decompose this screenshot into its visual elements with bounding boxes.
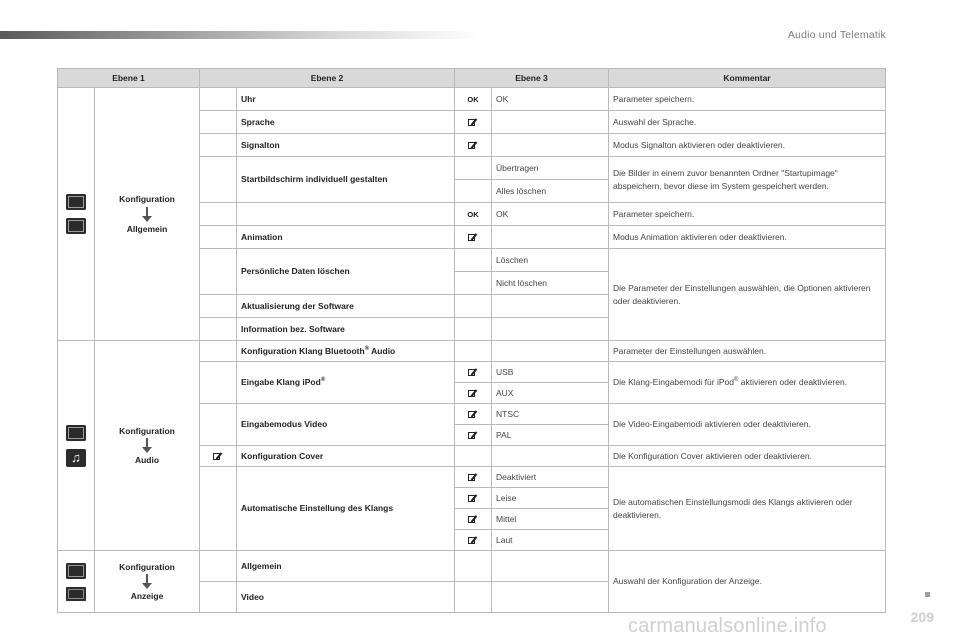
level3-mittel: Mittel <box>491 508 609 530</box>
col-header-kommentar: Kommentar <box>608 68 886 88</box>
level1-konfiguration-audio: Konfiguration Audio <box>94 340 200 551</box>
level3-nicht-loeschen: Nicht löschen <box>491 271 609 295</box>
level2-persoenliche-daten: Persönliche Daten löschen <box>236 248 455 295</box>
comment-uhr: Parameter speichern. <box>608 87 886 111</box>
arrow-down-icon <box>142 206 152 223</box>
comment-eingabemodus-video: Die Video-Eingabemodi aktivieren oder de… <box>608 403 886 446</box>
music-note-icon: ♫ <box>66 448 86 467</box>
level2-animation: Animation <box>236 225 455 249</box>
level2-uhr: Uhr <box>236 87 455 111</box>
level2-sprache: Sprache <box>236 110 455 134</box>
level3-ok: OK <box>491 202 609 226</box>
arrow-down-icon <box>142 574 152 590</box>
watermark: carmanualsonline.info <box>628 615 827 637</box>
level2-icon-cell <box>199 87 237 111</box>
level3-laut: Laut <box>491 529 609 551</box>
level1-icons-anzeige <box>57 550 95 613</box>
level3-aux: AUX <box>491 382 609 404</box>
level3-pal: PAL <box>491 424 609 446</box>
col-header-ebene-1: Ebene 1 <box>57 68 200 88</box>
arrow-down-icon <box>142 438 152 454</box>
level3-loeschen: Löschen <box>491 248 609 272</box>
level2-konfiguration-cover: Konfiguration Cover <box>236 445 455 467</box>
level3-usb: USB <box>491 361 609 383</box>
display-icon <box>66 586 86 601</box>
level2-information: Information bez. Software <box>236 317 455 341</box>
level2-signalton: Signalton <box>236 133 455 157</box>
level3-ntsc: NTSC <box>491 403 609 425</box>
comment-klang-bluetooth: Parameter der Einstellungen auswählen. <box>608 340 886 362</box>
level2-automatische-einstellung: Automatische Einstellung des Klangs <box>236 466 455 551</box>
comment-eingabe-klang-ipod: Die Klang-Eingabemodi für iPod® aktivier… <box>608 361 886 404</box>
gear-icon <box>66 218 86 234</box>
gear-icon <box>66 194 86 210</box>
edit-icon <box>468 141 478 151</box>
page-number: 209 <box>910 609 934 625</box>
level3-ok: OK <box>491 87 609 111</box>
section-title: Audio und Telematik <box>787 29 886 41</box>
comment-konfiguration-cover: Die Konfiguration Cover aktivieren oder … <box>608 445 886 467</box>
level3-icon-cell: OK <box>454 87 492 111</box>
edit-icon <box>468 536 478 546</box>
comment-signalton: Modus Signalton aktivieren oder deaktivi… <box>608 133 886 157</box>
comment-animation: Modus Animation aktivieren oder deaktivi… <box>608 225 886 249</box>
level1-label: Konfiguration <box>119 194 175 205</box>
level3-uebertragen: Übertragen <box>491 156 609 180</box>
level3-deaktiviert: Deaktiviert <box>491 466 609 488</box>
level2-klang-bluetooth: Konfiguration Klang Bluetooth® Audio <box>236 340 455 362</box>
level2-eingabemodus-video: Eingabemodus Video <box>236 403 455 446</box>
edit-icon <box>468 410 478 420</box>
edit-icon <box>468 473 478 483</box>
edit-icon <box>468 494 478 504</box>
level2-startbildschirm: Startbildschirm individuell gestalten <box>236 156 455 203</box>
level3-leise: Leise <box>491 487 609 509</box>
level1-label: Konfiguration <box>119 561 175 572</box>
level2-allgemein: Allgemein <box>236 550 455 582</box>
comment-automatische-einstellung: Die automatischen Einstellungsmodi des K… <box>608 466 886 551</box>
page-marker <box>925 592 930 597</box>
edit-icon <box>468 118 478 128</box>
edit-icon <box>213 452 223 462</box>
level1-konfiguration-anzeige: Konfiguration Anzeige <box>94 550 200 613</box>
menu-table: Ebene 1 Ebene 2 Ebene 3 Kommentar Konfig… <box>57 68 886 613</box>
table-row: Konfiguration Anzeige Allgemein Auswahl … <box>57 550 886 613</box>
edit-icon <box>468 431 478 441</box>
edit-icon <box>468 389 478 399</box>
table-row: ♫ Konfiguration Audio Konfiguration Klan… <box>57 340 886 551</box>
ok-icon: OK <box>467 209 479 219</box>
comment-anzeige: Auswahl der Konfiguration der Anzeige. <box>608 550 886 613</box>
level2-eingabe-klang-ipod: Eingabe Klang iPod® <box>236 361 455 404</box>
level1-icons-allgemein <box>57 87 95 341</box>
comment-startbildschirm-ok: Parameter speichern. <box>608 202 886 226</box>
level1-sublabel: Allgemein <box>126 223 168 234</box>
level1-sublabel: Anzeige <box>130 591 164 601</box>
col-header-ebene-2: Ebene 2 <box>199 68 455 88</box>
level1-sublabel: Audio <box>134 455 160 465</box>
edit-icon <box>468 233 478 243</box>
level1-label: Konfiguration <box>119 425 175 436</box>
gear-icon <box>66 562 86 579</box>
comment-persoenliche-daten: Die Parameter der Einstellungen auswähle… <box>608 248 886 341</box>
ok-icon: OK <box>467 94 479 104</box>
edit-icon <box>468 368 478 378</box>
edit-icon <box>468 515 478 525</box>
comment-startbildschirm: Die Bilder in einem zuvor benannten Ordn… <box>608 156 886 203</box>
gear-icon <box>66 424 86 441</box>
table-row: Konfiguration Allgemein Uhr OK OK Parame… <box>57 87 886 341</box>
level3-alles-loeschen: Alles löschen <box>491 179 609 203</box>
table-header-row: Ebene 1 Ebene 2 Ebene 3 Kommentar <box>57 68 886 88</box>
level1-konfiguration-allgemein: Konfiguration Allgemein <box>94 87 200 341</box>
level1-icons-audio: ♫ <box>57 340 95 551</box>
level2-video: Video <box>236 581 455 613</box>
level2-aktualisierung: Aktualisierung der Software <box>236 294 455 318</box>
col-header-ebene-3: Ebene 3 <box>454 68 609 88</box>
header-bar <box>0 31 480 39</box>
comment-sprache: Auswahl der Sprache. <box>608 110 886 134</box>
